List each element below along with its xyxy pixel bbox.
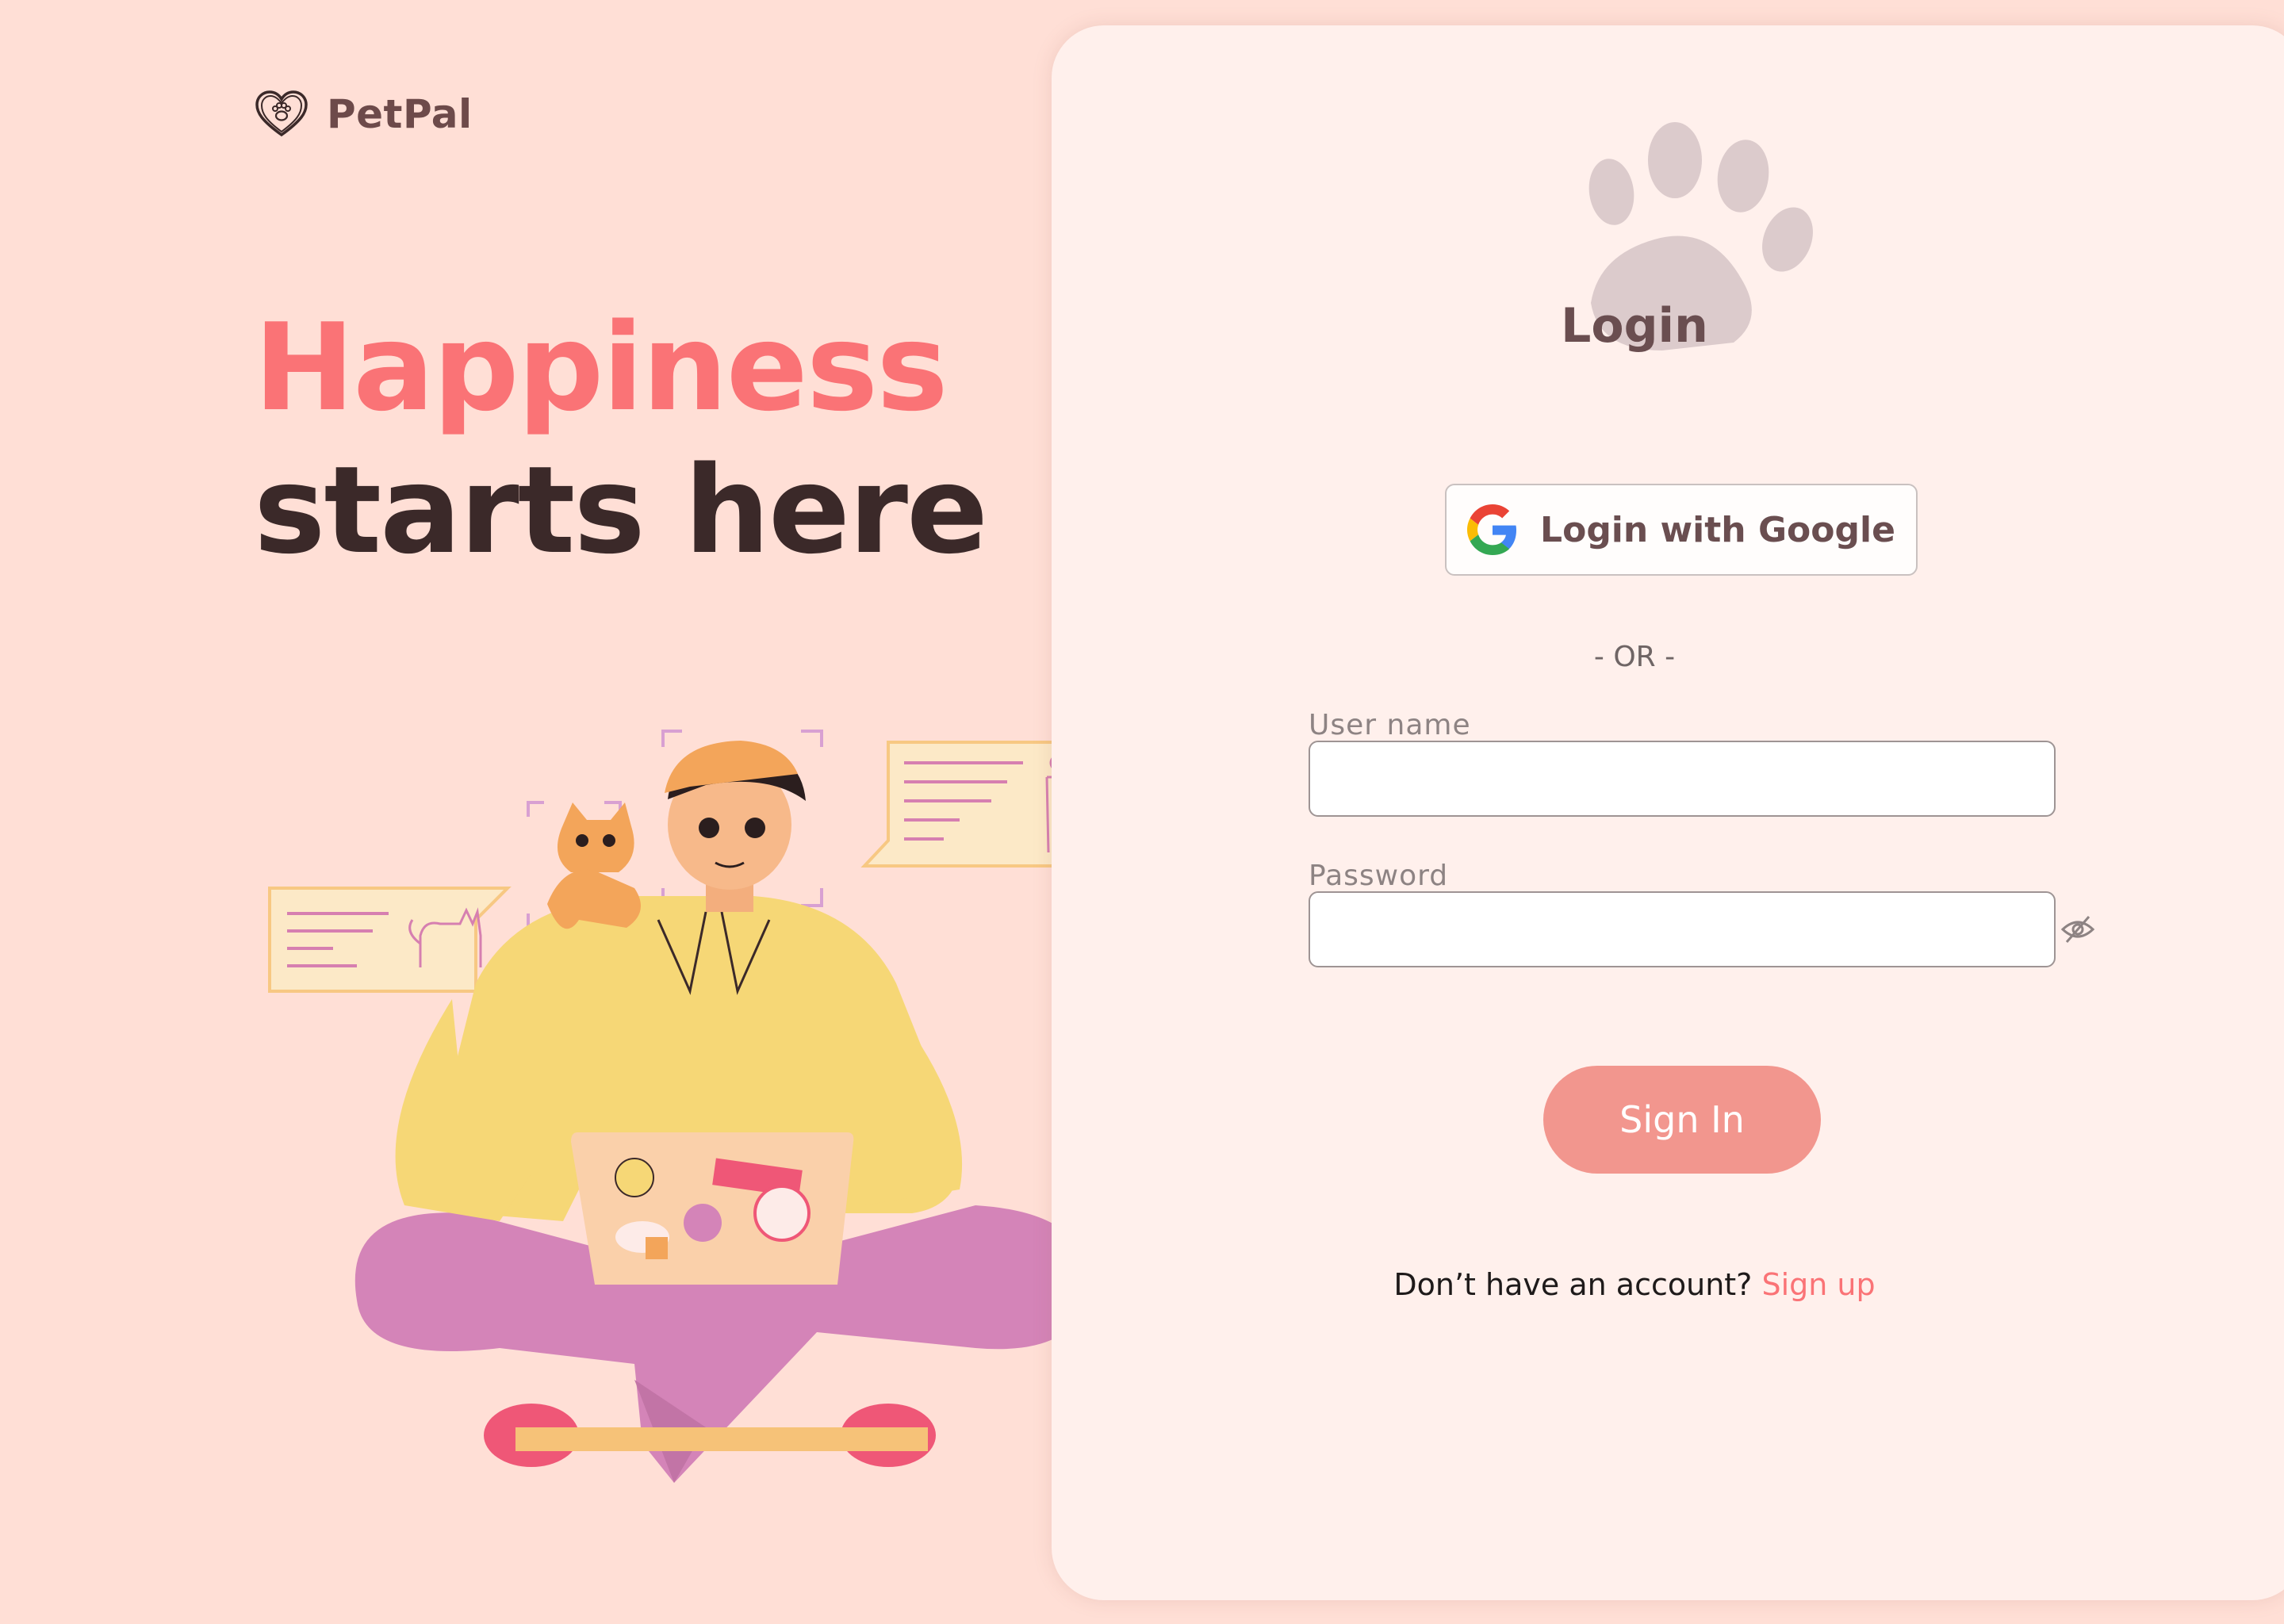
- google-icon: [1467, 504, 1517, 555]
- or-divider: - OR -: [1593, 641, 1676, 673]
- pet-profile-card-left: [268, 887, 512, 993]
- username-label: User name: [1309, 709, 1471, 741]
- signup-prompt: Don’t have an account? Sign up: [1052, 1267, 2217, 1302]
- username-input[interactable]: [1309, 741, 2056, 817]
- password-input[interactable]: [1309, 891, 2056, 967]
- hero-title: starts here: [254, 440, 988, 580]
- cat-illustration: [547, 802, 641, 929]
- brand-name: PetPal: [327, 91, 473, 137]
- person-with-cat-illustration: [268, 730, 1099, 1483]
- no-account-text: Don’t have an account?: [1393, 1267, 1753, 1302]
- login-title: Login: [1561, 298, 1708, 354]
- password-label: Password: [1309, 860, 1449, 892]
- sign-in-button[interactable]: Sign In: [1543, 1066, 1821, 1174]
- login-with-google-label: Login with Google: [1540, 509, 1895, 550]
- login-with-google-button[interactable]: Login with Google: [1445, 484, 1918, 576]
- heart-paw-icon: [255, 90, 308, 137]
- brand: PetPal: [254, 89, 473, 140]
- laptop-illustration: [571, 1132, 854, 1285]
- eye-slash-icon[interactable]: [2060, 914, 2095, 945]
- login-card: Login Login with Google - OR - User name…: [1052, 25, 2284, 1600]
- hero-title-highlight: Happiness: [254, 297, 948, 438]
- sign-up-link[interactable]: Sign up: [1761, 1267, 1875, 1302]
